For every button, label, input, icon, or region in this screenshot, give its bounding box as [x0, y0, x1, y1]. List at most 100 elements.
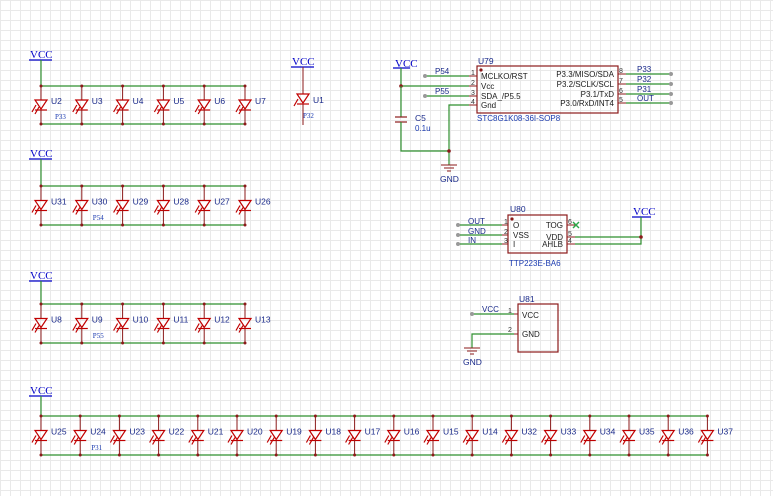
schematic-canvas: VCC U2 U3 U4 U5 U6 U7 P33 VCC U31 U30 U29 U28 U27 U26 P… [29, 49, 733, 457]
row-net-label: P55 [93, 332, 104, 340]
gnd-wire [448, 104, 469, 165]
led-u12[interactable]: U12 [194, 302, 230, 345]
led-u13[interactable]: U13 [235, 302, 271, 345]
led-u34[interactable]: U34 [580, 414, 616, 457]
u79-pin-num: 1 [471, 70, 475, 77]
touch-ic-u80[interactable]: U80 TTP223E-BA6 1 OOUT2 VSSGND3 IIN6TOG5VDD… [456, 204, 656, 268]
led-ray-1 [109, 435, 115, 443]
u79-pin-name: Vcc [481, 82, 494, 91]
cathode-junction [666, 453, 670, 457]
led-u35[interactable]: U35 [619, 414, 655, 457]
cathode-junction [39, 341, 43, 345]
gnd-label: GND [440, 174, 459, 184]
led-u33[interactable]: U33 [541, 414, 577, 457]
u80-pin-name: I [513, 240, 515, 249]
led-u4[interactable]: U4 [113, 84, 144, 126]
led-u36[interactable]: U36 [658, 414, 694, 457]
anode-junction [243, 184, 247, 188]
led-u10[interactable]: U10 [113, 302, 149, 345]
cathode-junction [588, 453, 592, 457]
led-u19[interactable]: U19 [266, 414, 302, 457]
led-u11[interactable]: U11 [153, 302, 189, 345]
u80-pin-num: 2 [504, 229, 508, 236]
anode-junction [39, 84, 43, 88]
led-triangle [504, 429, 519, 441]
led-ray-1 [235, 323, 241, 331]
led-ref: U26 [255, 197, 271, 207]
anode-junction [313, 414, 317, 418]
led-u31[interactable]: U31 [31, 184, 67, 227]
led-u25[interactable]: U25 [31, 414, 67, 457]
led-ref: U16 [404, 427, 420, 437]
mcu-u79[interactable]: U79 STC8G1K08-36I-SOP8 1 MCLKO/RST P54 2 Vcc… [393, 56, 673, 184]
u79-net-port [669, 101, 673, 105]
led-u28[interactable]: U28 [153, 184, 189, 227]
ahlb-wire [575, 237, 642, 245]
led-u22[interactable]: U22 [149, 414, 185, 457]
led-ref: U13 [255, 315, 271, 325]
led-triangle [74, 199, 89, 211]
cathode-junction [161, 223, 165, 227]
led-u21[interactable]: U21 [188, 414, 224, 457]
cathode-junction [121, 122, 125, 126]
led-ray-1 [31, 205, 37, 213]
led-u8[interactable]: U8 [31, 302, 62, 345]
led-u3[interactable]: U3 [72, 84, 103, 126]
led-ref: U18 [325, 427, 341, 437]
connector-u81[interactable]: U81 1 2 VCC GND VCC GND [463, 294, 559, 367]
led-u16[interactable]: U16 [384, 414, 420, 457]
led-u27[interactable]: U27 [194, 184, 230, 227]
u79-pin-name: SDA_/P5.5 [481, 92, 521, 101]
cathode-junction [39, 223, 43, 227]
u79-pin-num: 5 [619, 97, 623, 104]
anode-junction [121, 184, 125, 188]
anode-junction [202, 84, 206, 88]
cathode-junction [196, 453, 200, 457]
cathode-junction [39, 122, 43, 126]
u80-net-label: IN [468, 236, 476, 245]
led-triangle [74, 99, 89, 111]
led-ref: U17 [365, 427, 381, 437]
led-triangle [33, 99, 49, 111]
led-u18[interactable]: U18 [305, 414, 341, 457]
u79-pin-name: MCLKO/RST [481, 72, 528, 81]
single-led-u1[interactable]: VCC U1 P32 [291, 56, 324, 125]
led-triangle [308, 429, 323, 441]
led-triangle [425, 429, 441, 441]
anode-junction [705, 414, 709, 418]
led-u20[interactable]: U20 [227, 414, 263, 457]
led-triangle [269, 429, 284, 441]
led-ray-1 [697, 435, 703, 443]
u80-pin-num: 5 [568, 231, 572, 238]
led-u26[interactable]: U26 [235, 184, 271, 227]
u80-net-label: GND [468, 227, 486, 236]
led-ray-1 [305, 435, 311, 443]
cathode-junction [121, 341, 125, 345]
led-ref: U14 [482, 427, 498, 437]
led-u15[interactable]: U15 [423, 414, 459, 457]
led-ref: U9 [92, 315, 103, 325]
u80-pin-num: 6 [568, 219, 572, 226]
led-triangle [465, 429, 480, 441]
led-ray-1 [658, 435, 664, 443]
led-u14[interactable]: U14 [462, 414, 498, 457]
led-u6[interactable]: U6 [194, 84, 225, 126]
led-ray-1 [235, 205, 241, 213]
led-ray-1 [113, 323, 119, 331]
cathode-junction [121, 223, 125, 227]
led-u29[interactable]: U29 [113, 184, 149, 227]
u80-net-label: OUT [468, 217, 485, 226]
led-ray-1 [235, 104, 241, 113]
led-u23[interactable]: U23 [109, 414, 145, 457]
led-u17[interactable]: U17 [345, 414, 381, 457]
u80-pin-num: 1 [504, 219, 508, 226]
row-net-label: P54 [93, 214, 104, 222]
led-ref: U34 [600, 427, 616, 437]
u79-net-label: OUT [637, 94, 654, 103]
led-u5[interactable]: U5 [153, 84, 185, 126]
cathode-junction [353, 453, 357, 457]
led-u7[interactable]: U7 [235, 84, 266, 126]
led-u32[interactable]: U32 [501, 414, 537, 457]
led-u37[interactable]: U37 [697, 414, 733, 457]
led-ref: U5 [173, 96, 184, 106]
